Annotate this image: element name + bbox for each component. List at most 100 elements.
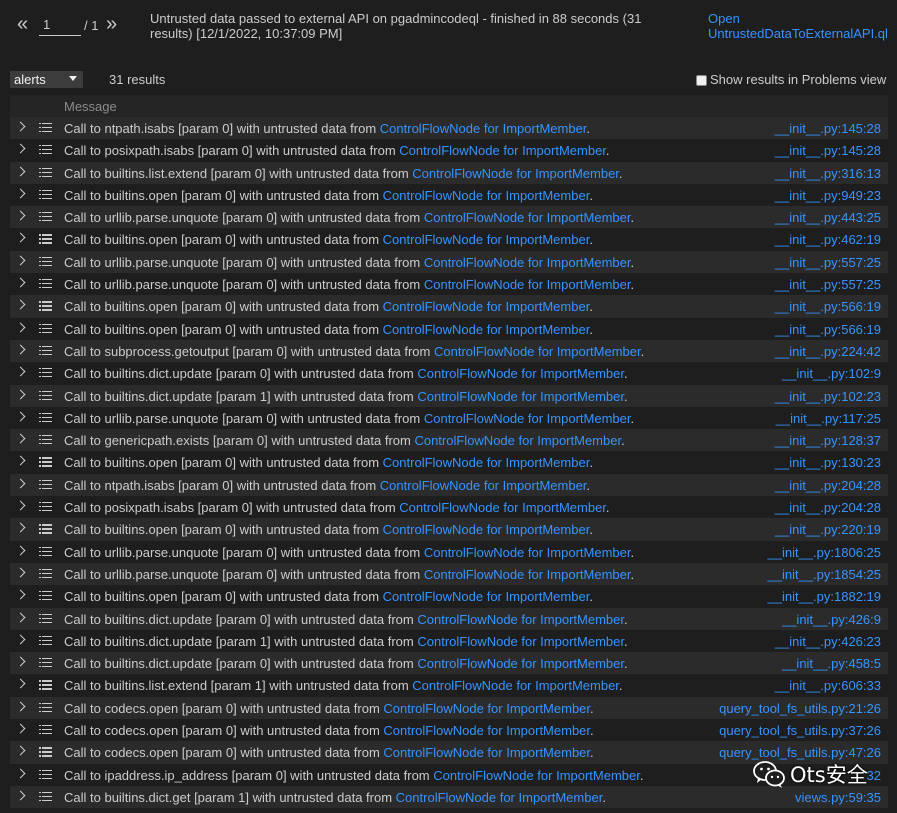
location-link[interactable]: 32 [867, 768, 881, 783]
expand-chevron-icon[interactable] [15, 322, 26, 333]
table-row[interactable]: Call to urllib.parse.unquote [param 0] w… [10, 273, 888, 296]
expand-chevron-icon[interactable] [15, 678, 26, 689]
expand-chevron-icon[interactable] [15, 500, 26, 511]
location-link[interactable]: __init__.py:949:23 [775, 188, 881, 203]
source-link[interactable]: ControlFlowNode for ImportMember [424, 567, 631, 582]
source-link[interactable]: ControlFlowNode for ImportMember [417, 612, 624, 627]
source-link[interactable]: ControlFlowNode for ImportMember [417, 634, 624, 649]
location-link[interactable]: __init__.py:130:23 [775, 455, 881, 470]
source-link[interactable]: ControlFlowNode for ImportMember [412, 166, 619, 181]
location-link[interactable]: __init__.py:128:37 [775, 433, 881, 448]
table-row[interactable]: Call to builtins.open [param 0] with unt… [10, 585, 888, 608]
location-link[interactable]: __init__.py:566:19 [775, 299, 881, 314]
source-link[interactable]: ControlFlowNode for ImportMember [412, 678, 619, 693]
source-link[interactable]: ControlFlowNode for ImportMember [383, 322, 590, 337]
location-link[interactable]: __init__.py:220:19 [775, 522, 881, 537]
expand-chevron-icon[interactable] [15, 701, 26, 712]
table-row[interactable]: Call to builtins.dict.update [param 0] w… [10, 362, 888, 385]
table-row[interactable]: Call to genericpath.exists [param 0] wit… [10, 429, 888, 452]
table-row[interactable]: Call to ntpath.isabs [param 0] with untr… [10, 473, 888, 497]
expand-chevron-icon[interactable] [15, 344, 26, 355]
source-link[interactable]: ControlFlowNode for ImportMember [417, 656, 624, 671]
location-link[interactable]: __init__.py:204:28 [775, 500, 881, 515]
expand-chevron-icon[interactable] [15, 166, 26, 177]
prev-page-button[interactable]: « [17, 13, 28, 35]
table-row[interactable]: Call to builtins.dict.update [param 1] w… [10, 629, 888, 653]
source-link[interactable]: ControlFlowNode for ImportMember [383, 745, 590, 760]
location-link[interactable]: __init__.py:145:28 [775, 143, 881, 158]
expand-chevron-icon[interactable] [15, 366, 26, 377]
expand-chevron-icon[interactable] [15, 768, 26, 779]
expand-chevron-icon[interactable] [15, 790, 26, 801]
expand-chevron-icon[interactable] [15, 567, 26, 578]
open-query-link[interactable]: Open UntrustedDataToExternalAPI.ql [708, 11, 893, 41]
table-row[interactable]: Call to builtins.open [param 0] with unt… [10, 317, 888, 340]
table-row[interactable]: Call to urllib.parse.unquote [param 0] w… [10, 406, 888, 430]
location-link[interactable]: __init__.py:1854:25 [768, 567, 881, 582]
expand-chevron-icon[interactable] [15, 745, 26, 756]
expand-chevron-icon[interactable] [15, 612, 26, 622]
source-link[interactable]: ControlFlowNode for ImportMember [383, 522, 590, 537]
source-link[interactable]: ControlFlowNode for ImportMember [396, 790, 603, 805]
location-link[interactable]: __init__.py:145:28 [775, 121, 881, 136]
expand-chevron-icon[interactable] [15, 210, 26, 221]
location-link[interactable]: query_tool_fs_utils.py:21:26 [719, 701, 881, 716]
table-row[interactable]: Call to subprocess.getoutput [param 0] w… [10, 339, 888, 363]
location-link[interactable]: views.py:59:35 [795, 790, 881, 805]
table-row[interactable]: Call to ntpath.isabs [param 0] with untr… [10, 117, 888, 140]
source-link[interactable]: ControlFlowNode for ImportMember [383, 723, 590, 738]
location-link[interactable]: __init__.py:462:19 [775, 232, 881, 247]
result-set-select[interactable]: alerts [10, 71, 83, 88]
source-link[interactable]: ControlFlowNode for ImportMember [383, 299, 590, 314]
source-link[interactable]: ControlFlowNode for ImportMember [433, 768, 640, 783]
source-link[interactable]: ControlFlowNode for ImportMember [383, 701, 590, 716]
source-link[interactable]: ControlFlowNode for ImportMember [383, 589, 590, 604]
location-link[interactable]: query_tool_fs_utils.py:37:26 [719, 723, 881, 738]
expand-chevron-icon[interactable] [15, 456, 26, 466]
source-link[interactable]: ControlFlowNode for ImportMember [383, 188, 590, 203]
source-link[interactable]: ControlFlowNode for ImportMember [434, 344, 641, 359]
source-link[interactable]: ControlFlowNode for ImportMember [424, 411, 631, 426]
expand-chevron-icon[interactable] [15, 277, 26, 288]
table-row[interactable]: Call to builtins.dict.update [param 0] w… [10, 607, 888, 630]
source-link[interactable]: ControlFlowNode for ImportMember [399, 500, 606, 515]
expand-chevron-icon[interactable] [15, 656, 26, 667]
table-row[interactable]: Call to builtins.open [param 0] with unt… [10, 228, 888, 251]
table-row[interactable]: Call to urllib.parse.unquote [param 0] w… [10, 562, 888, 586]
location-link[interactable]: __init__.py:102:9 [782, 366, 881, 381]
expand-chevron-icon[interactable] [15, 299, 26, 310]
table-row[interactable]: Call to builtins.dict.update [param 1] w… [10, 384, 888, 407]
expand-chevron-icon[interactable] [15, 433, 26, 444]
table-row[interactable]: Call to codecs.open [param 0] with untru… [10, 696, 888, 720]
table-row[interactable]: Call to posixpath.isabs [param 0] with u… [10, 496, 888, 519]
expand-chevron-icon[interactable] [15, 233, 26, 243]
location-link[interactable]: __init__.py:557:25 [775, 277, 881, 292]
show-problems-checkbox[interactable] [696, 75, 707, 86]
expand-chevron-icon[interactable] [15, 589, 26, 600]
expand-chevron-icon[interactable] [15, 723, 26, 734]
source-link[interactable]: ControlFlowNode for ImportMember [414, 433, 621, 448]
location-link[interactable]: __init__.py:443:25 [775, 210, 881, 225]
table-row[interactable]: Call to builtins.dict.update [param 0] w… [10, 652, 888, 675]
location-link[interactable]: __init__.py:606:33 [775, 678, 881, 693]
show-problems-toggle[interactable]: Show results in Problems view [696, 72, 886, 87]
table-row[interactable]: Call to urllib.parse.unquote [param 0] w… [10, 250, 888, 274]
location-link[interactable]: __init__.py:316:13 [775, 166, 881, 181]
location-link[interactable]: __init__.py:458:5 [782, 656, 881, 671]
source-link[interactable]: ControlFlowNode for ImportMember [399, 143, 606, 158]
table-row[interactable]: Call to codecs.open [param 0] with untru… [10, 719, 888, 742]
location-link[interactable]: __init__.py:426:9 [782, 612, 881, 627]
table-row[interactable]: Call to builtins.list.extend [param 1] w… [10, 674, 888, 697]
table-row[interactable]: Call to urllib.parse.unquote [param 0] w… [10, 540, 888, 563]
location-link[interactable]: __init__.py:117:25 [776, 411, 881, 426]
table-row[interactable]: Call to builtins.open [param 0] with unt… [10, 518, 888, 541]
next-page-button[interactable]: » [106, 13, 117, 35]
table-row[interactable]: Call to builtins.list.extend [param 0] w… [10, 161, 888, 184]
expand-chevron-icon[interactable] [15, 255, 26, 266]
source-link[interactable]: ControlFlowNode for ImportMember [383, 232, 590, 247]
location-link[interactable]: __init__.py:204:28 [775, 478, 881, 493]
source-link[interactable]: ControlFlowNode for ImportMember [424, 255, 631, 270]
table-row[interactable]: Call to builtins.open [param 0] with unt… [10, 451, 888, 474]
source-link[interactable]: ControlFlowNode for ImportMember [417, 366, 624, 381]
source-link[interactable]: ControlFlowNode for ImportMember [424, 210, 631, 225]
